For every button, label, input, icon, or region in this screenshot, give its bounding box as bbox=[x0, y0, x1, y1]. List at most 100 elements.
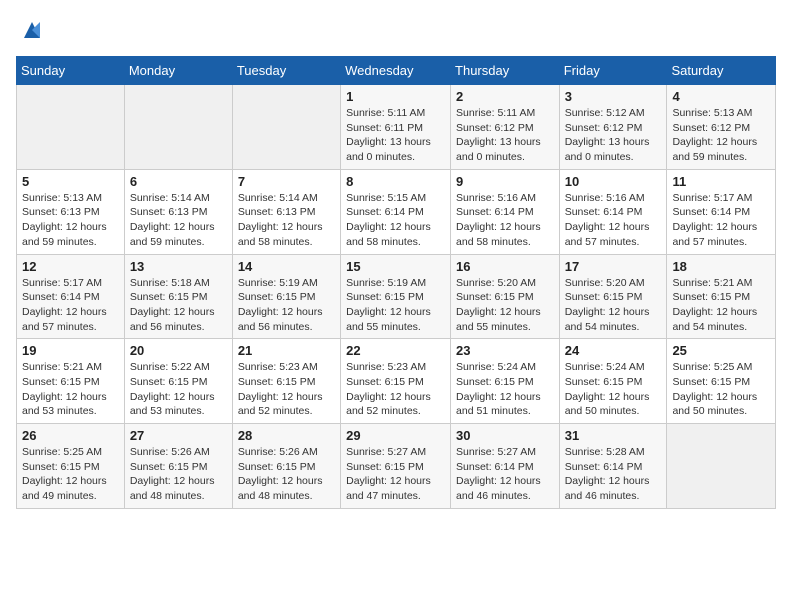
week-row-2: 5 Sunrise: 5:13 AMSunset: 6:13 PMDaylight… bbox=[17, 169, 776, 254]
calendar-cell: 19 Sunrise: 5:21 AMSunset: 6:15 PMDayligh… bbox=[17, 339, 125, 424]
calendar-cell: 29 Sunrise: 5:27 AMSunset: 6:15 PMDayligh… bbox=[341, 424, 451, 509]
day-info: Sunrise: 5:13 AMSunset: 6:13 PMDaylight:… bbox=[22, 191, 119, 250]
day-info: Sunrise: 5:19 AMSunset: 6:15 PMDaylight:… bbox=[346, 276, 445, 335]
day-info: Sunrise: 5:21 AMSunset: 6:15 PMDaylight:… bbox=[22, 360, 119, 419]
day-info: Sunrise: 5:14 AMSunset: 6:13 PMDaylight:… bbox=[238, 191, 335, 250]
day-header-saturday: Saturday bbox=[667, 57, 776, 85]
day-number: 6 bbox=[130, 174, 227, 189]
day-info: Sunrise: 5:20 AMSunset: 6:15 PMDaylight:… bbox=[456, 276, 554, 335]
day-info: Sunrise: 5:11 AMSunset: 6:11 PMDaylight:… bbox=[346, 106, 445, 165]
week-row-5: 26 Sunrise: 5:25 AMSunset: 6:15 PMDayligh… bbox=[17, 424, 776, 509]
day-info: Sunrise: 5:21 AMSunset: 6:15 PMDaylight:… bbox=[672, 276, 770, 335]
calendar-cell bbox=[124, 85, 232, 170]
calendar-cell: 11Sunrise: 5:17 AMSunset: 6:14 PMDayligh… bbox=[667, 169, 776, 254]
day-number: 15 bbox=[346, 259, 445, 274]
day-header-thursday: Thursday bbox=[451, 57, 560, 85]
calendar-cell bbox=[17, 85, 125, 170]
day-info: Sunrise: 5:16 AMSunset: 6:14 PMDaylight:… bbox=[456, 191, 554, 250]
calendar-table: SundayMondayTuesdayWednesdayThursdayFrid… bbox=[16, 56, 776, 509]
day-number: 19 bbox=[22, 343, 119, 358]
day-info: Sunrise: 5:26 AMSunset: 6:15 PMDaylight:… bbox=[130, 445, 227, 504]
calendar-cell: 22 Sunrise: 5:23 AMSunset: 6:15 PMDayligh… bbox=[341, 339, 451, 424]
calendar-cell bbox=[232, 85, 340, 170]
calendar-cell: 28 Sunrise: 5:26 AMSunset: 6:15 PMDayligh… bbox=[232, 424, 340, 509]
day-header-sunday: Sunday bbox=[17, 57, 125, 85]
day-info: Sunrise: 5:17 AMSunset: 6:14 PMDaylight:… bbox=[22, 276, 119, 335]
calendar-cell: 9Sunrise: 5:16 AMSunset: 6:14 PMDaylight… bbox=[451, 169, 560, 254]
calendar-cell: 14Sunrise: 5:19 AMSunset: 6:15 PMDayligh… bbox=[232, 254, 340, 339]
day-number: 18 bbox=[672, 259, 770, 274]
calendar-cell: 16 Sunrise: 5:20 AMSunset: 6:15 PMDayligh… bbox=[451, 254, 560, 339]
day-number: 5 bbox=[22, 174, 119, 189]
day-number: 2 bbox=[456, 89, 554, 104]
calendar-cell: 1 Sunrise: 5:11 AMSunset: 6:11 PMDaylight… bbox=[341, 85, 451, 170]
day-number: 7 bbox=[238, 174, 335, 189]
week-row-3: 12 Sunrise: 5:17 AMSunset: 6:14 PMDayligh… bbox=[17, 254, 776, 339]
calendar-cell: 3 Sunrise: 5:12 AMSunset: 6:12 PMDaylight… bbox=[559, 85, 667, 170]
day-number: 28 bbox=[238, 428, 335, 443]
calendar-cell: 23 Sunrise: 5:24 AMSunset: 6:15 PMDayligh… bbox=[451, 339, 560, 424]
day-info: Sunrise: 5:27 AMSunset: 6:14 PMDaylight:… bbox=[456, 445, 554, 504]
logo-icon bbox=[18, 16, 46, 44]
week-row-1: 1 Sunrise: 5:11 AMSunset: 6:11 PMDaylight… bbox=[17, 85, 776, 170]
day-info: Sunrise: 5:28 AMSunset: 6:14 PMDaylight:… bbox=[565, 445, 662, 504]
calendar-cell: 10 Sunrise: 5:16 AMSunset: 6:14 PMDayligh… bbox=[559, 169, 667, 254]
day-info: Sunrise: 5:26 AMSunset: 6:15 PMDaylight:… bbox=[238, 445, 335, 504]
day-info: Sunrise: 5:14 AMSunset: 6:13 PMDaylight:… bbox=[130, 191, 227, 250]
day-number: 4 bbox=[672, 89, 770, 104]
day-number: 22 bbox=[346, 343, 445, 358]
day-number: 17 bbox=[565, 259, 662, 274]
day-header-monday: Monday bbox=[124, 57, 232, 85]
day-info: Sunrise: 5:23 AMSunset: 6:15 PMDaylight:… bbox=[346, 360, 445, 419]
calendar-cell: 12 Sunrise: 5:17 AMSunset: 6:14 PMDayligh… bbox=[17, 254, 125, 339]
day-info: Sunrise: 5:17 AMSunset: 6:14 PMDaylight:… bbox=[672, 191, 770, 250]
calendar-cell: 20 Sunrise: 5:22 AMSunset: 6:15 PMDayligh… bbox=[124, 339, 232, 424]
day-number: 14 bbox=[238, 259, 335, 274]
day-number: 3 bbox=[565, 89, 662, 104]
calendar-cell: 30Sunrise: 5:27 AMSunset: 6:14 PMDayligh… bbox=[451, 424, 560, 509]
calendar-cell: 6 Sunrise: 5:14 AMSunset: 6:13 PMDaylight… bbox=[124, 169, 232, 254]
day-number: 16 bbox=[456, 259, 554, 274]
calendar-cell: 25Sunrise: 5:25 AMSunset: 6:15 PMDayligh… bbox=[667, 339, 776, 424]
calendar-cell: 26 Sunrise: 5:25 AMSunset: 6:15 PMDayligh… bbox=[17, 424, 125, 509]
calendar-cell: 5 Sunrise: 5:13 AMSunset: 6:13 PMDaylight… bbox=[17, 169, 125, 254]
day-info: Sunrise: 5:18 AMSunset: 6:15 PMDaylight:… bbox=[130, 276, 227, 335]
calendar-cell: 8Sunrise: 5:15 AMSunset: 6:14 PMDaylight… bbox=[341, 169, 451, 254]
day-info: Sunrise: 5:24 AMSunset: 6:15 PMDaylight:… bbox=[456, 360, 554, 419]
day-info: Sunrise: 5:27 AMSunset: 6:15 PMDaylight:… bbox=[346, 445, 445, 504]
day-info: Sunrise: 5:12 AMSunset: 6:12 PMDaylight:… bbox=[565, 106, 662, 165]
day-number: 25 bbox=[672, 343, 770, 358]
calendar-cell: 7 Sunrise: 5:14 AMSunset: 6:13 PMDaylight… bbox=[232, 169, 340, 254]
calendar-cell: 4 Sunrise: 5:13 AMSunset: 6:12 PMDaylight… bbox=[667, 85, 776, 170]
day-number: 29 bbox=[346, 428, 445, 443]
calendar-cell: 18 Sunrise: 5:21 AMSunset: 6:15 PMDayligh… bbox=[667, 254, 776, 339]
day-number: 23 bbox=[456, 343, 554, 358]
day-number: 21 bbox=[238, 343, 335, 358]
day-info: Sunrise: 5:11 AMSunset: 6:12 PMDaylight:… bbox=[456, 106, 554, 165]
day-number: 12 bbox=[22, 259, 119, 274]
day-number: 1 bbox=[346, 89, 445, 104]
calendar-cell: 2 Sunrise: 5:11 AMSunset: 6:12 PMDaylight… bbox=[451, 85, 560, 170]
calendar-cell: 27 Sunrise: 5:26 AMSunset: 6:15 PMDayligh… bbox=[124, 424, 232, 509]
day-info: Sunrise: 5:23 AMSunset: 6:15 PMDaylight:… bbox=[238, 360, 335, 419]
day-number: 31 bbox=[565, 428, 662, 443]
calendar-cell: 15 Sunrise: 5:19 AMSunset: 6:15 PMDayligh… bbox=[341, 254, 451, 339]
day-header-tuesday: Tuesday bbox=[232, 57, 340, 85]
day-header-friday: Friday bbox=[559, 57, 667, 85]
day-number: 26 bbox=[22, 428, 119, 443]
day-info: Sunrise: 5:15 AMSunset: 6:14 PMDaylight:… bbox=[346, 191, 445, 250]
day-number: 10 bbox=[565, 174, 662, 189]
calendar-cell: 21 Sunrise: 5:23 AMSunset: 6:15 PMDayligh… bbox=[232, 339, 340, 424]
day-info: Sunrise: 5:16 AMSunset: 6:14 PMDaylight:… bbox=[565, 191, 662, 250]
day-info: Sunrise: 5:13 AMSunset: 6:12 PMDaylight:… bbox=[672, 106, 770, 165]
calendar-cell: 24Sunrise: 5:24 AMSunset: 6:15 PMDayligh… bbox=[559, 339, 667, 424]
week-row-4: 19 Sunrise: 5:21 AMSunset: 6:15 PMDayligh… bbox=[17, 339, 776, 424]
calendar-cell: 13Sunrise: 5:18 AMSunset: 6:15 PMDayligh… bbox=[124, 254, 232, 339]
day-number: 24 bbox=[565, 343, 662, 358]
calendar-cell: 31 Sunrise: 5:28 AMSunset: 6:14 PMDayligh… bbox=[559, 424, 667, 509]
day-info: Sunrise: 5:22 AMSunset: 6:15 PMDaylight:… bbox=[130, 360, 227, 419]
day-number: 20 bbox=[130, 343, 227, 358]
day-info: Sunrise: 5:25 AMSunset: 6:15 PMDaylight:… bbox=[22, 445, 119, 504]
calendar-cell bbox=[667, 424, 776, 509]
day-number: 27 bbox=[130, 428, 227, 443]
